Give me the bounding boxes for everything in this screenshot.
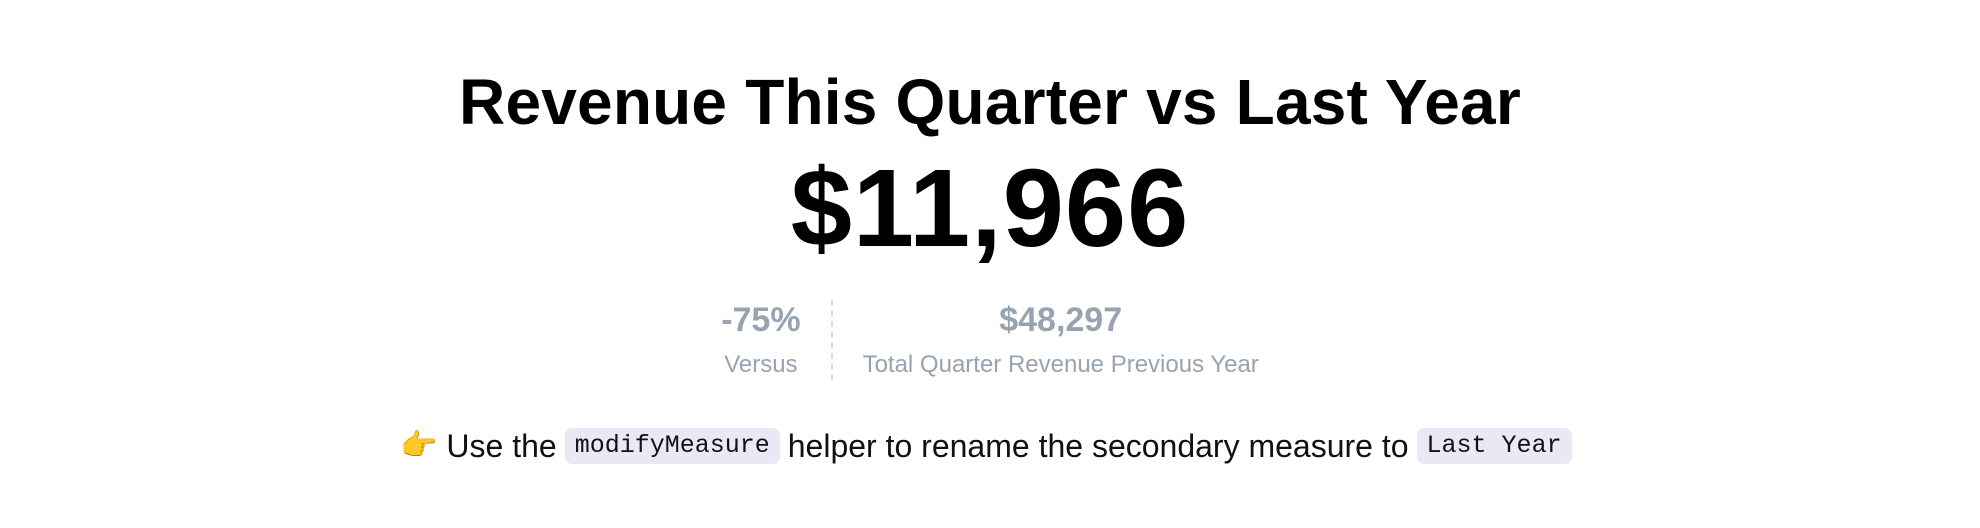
kpi-title: Revenue This Quarter vs Last Year bbox=[459, 66, 1521, 138]
hint-line: 👉 Use the modifyMeasure helper to rename… bbox=[400, 426, 1579, 466]
change-label: Versus bbox=[724, 351, 798, 378]
comparison-previous: $48,297 Total Quarter Revenue Previous Y… bbox=[833, 300, 1287, 380]
hint-text-before: Use the bbox=[446, 428, 557, 464]
hint-code-last-year: Last Year bbox=[1416, 428, 1572, 464]
kpi-primary-value: $11,966 bbox=[790, 147, 1190, 270]
pointing-hand-icon: 👉 bbox=[400, 429, 438, 462]
hint-code-modify-measure: modifyMeasure bbox=[564, 428, 780, 464]
kpi-card: Revenue This Quarter vs Last Year $11,96… bbox=[0, 0, 1980, 528]
previous-label: Total Quarter Revenue Previous Year bbox=[862, 351, 1259, 378]
comparison-change: -75% Versus bbox=[693, 300, 830, 380]
hint-text-middle: helper to rename the secondary measure t… bbox=[787, 428, 1409, 464]
previous-value: $48,297 bbox=[999, 301, 1123, 339]
change-value: -75% bbox=[721, 301, 801, 339]
kpi-comparison: -75% Versus $48,297 Total Quarter Revenu… bbox=[693, 300, 1287, 380]
